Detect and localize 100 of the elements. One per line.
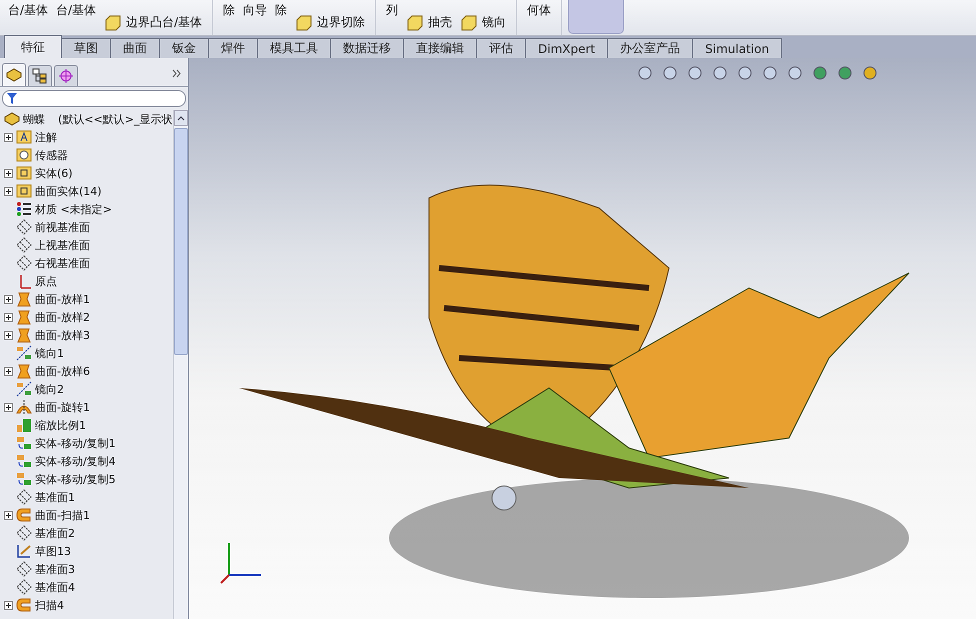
tree-item[interactable]: 实体-移动/复制1 — [35, 436, 116, 450]
tree-item[interactable]: 曲面实体(14) — [35, 184, 102, 198]
chevrons-right-icon[interactable] — [172, 68, 182, 78]
loft-icon — [16, 291, 32, 307]
expand-icon[interactable] — [4, 132, 13, 142]
tree-item[interactable]: 曲面-旋转1 — [35, 400, 90, 414]
expand-icon[interactable] — [4, 366, 13, 376]
tool-button[interactable]: 台/基体 — [8, 3, 48, 33]
loft-icon — [16, 327, 32, 343]
feature-tool-icon — [104, 14, 122, 30]
move-copy-icon — [16, 435, 32, 451]
scrollbar[interactable] — [173, 110, 188, 619]
expand-icon[interactable] — [4, 510, 13, 520]
expand-icon[interactable] — [4, 168, 13, 178]
gauge-icon — [16, 148, 32, 162]
material-icon — [16, 201, 32, 217]
annotation-icon — [16, 130, 32, 144]
tree-item[interactable]: 上视基准面 — [35, 238, 90, 252]
expand-icon[interactable] — [4, 600, 13, 610]
expand-icon[interactable] — [4, 402, 13, 412]
filter-field[interactable] — [2, 90, 186, 107]
ribbon-tab[interactable]: 钣金 — [159, 38, 209, 58]
tree-item[interactable]: 缩放比例1 — [35, 418, 86, 432]
tool-button[interactable]: 列 — [386, 3, 398, 33]
tool-button[interactable]: 除 — [223, 3, 236, 33]
ribbon-tab[interactable]: 数据迁移 — [330, 38, 404, 58]
tree-item[interactable]: 曲面-放样1 — [35, 292, 90, 306]
tree-item[interactable]: 曲面-放样6 — [35, 364, 90, 378]
filter-icon — [7, 93, 17, 104]
tool-button[interactable]: 何体 — [527, 3, 552, 33]
mirror-icon — [16, 381, 32, 397]
crosshair-icon — [58, 68, 74, 84]
plane-icon — [16, 219, 32, 235]
ribbon-tab[interactable]: 特征 — [4, 35, 62, 58]
tree-item[interactable]: 传感器 — [35, 148, 68, 162]
move-copy-icon — [16, 453, 32, 469]
tree-item[interactable]: 实体-移动/复制4 — [35, 454, 116, 468]
plane-icon — [16, 561, 32, 577]
ribbon-tab[interactable]: 直接编辑 — [403, 38, 477, 58]
tool-button[interactable]: 抽壳 — [406, 14, 452, 33]
tree-item[interactable]: 曲面-放样3 — [35, 328, 90, 342]
sweep-icon — [16, 597, 32, 613]
ribbon-tab[interactable]: DimXpert — [525, 38, 608, 58]
tool-button[interactable]: 镜向 — [460, 14, 506, 33]
tool-button[interactable]: 边界切除 — [295, 14, 366, 33]
ribbon-tab[interactable]: 评估 — [476, 38, 526, 58]
tree-item[interactable]: 注解 — [35, 130, 57, 144]
tree-item[interactable]: 镜向2 — [35, 382, 64, 396]
sketch-icon — [16, 543, 32, 559]
panel-tab[interactable] — [28, 65, 52, 86]
tree-root-label[interactable]: 蝴蝶 — [23, 112, 45, 126]
tree-item[interactable]: 原点 — [35, 274, 57, 288]
ribbon-tab[interactable]: 草图 — [61, 38, 111, 58]
sphere-icon[interactable] — [862, 65, 878, 81]
tool-button[interactable]: 台/基体 — [56, 3, 96, 33]
mirror-icon — [16, 345, 32, 361]
tree-item[interactable]: 前视基准面 — [35, 220, 90, 234]
plane-icon — [16, 255, 32, 271]
plane-icon — [16, 237, 32, 253]
ribbon-tab[interactable]: 办公室产品 — [607, 38, 694, 58]
part-icon — [6, 68, 22, 82]
tool-button[interactable]: 除 — [275, 3, 288, 33]
expand-icon[interactable] — [4, 312, 13, 322]
tree-item[interactable]: 基准面3 — [35, 562, 75, 576]
tree-item[interactable]: 基准面2 — [35, 526, 75, 540]
ribbon-tab[interactable]: 曲面 — [110, 38, 160, 58]
plane-icon — [16, 579, 32, 595]
tool-button[interactable]: 边界凸台/基体 — [104, 14, 202, 33]
expand-icon[interactable] — [4, 294, 13, 304]
tree-item[interactable]: 草图13 — [35, 544, 71, 558]
scale-icon — [16, 417, 32, 433]
ribbon-tab[interactable]: 焊件 — [208, 38, 258, 58]
tree-item[interactable]: 曲面-扫描1 — [35, 508, 90, 522]
revolve-icon — [16, 399, 32, 415]
part-icon — [4, 112, 20, 126]
expand-icon[interactable] — [4, 186, 13, 196]
loft-icon — [16, 309, 32, 325]
tree-item[interactable]: 实体-移动/复制5 — [35, 472, 116, 486]
tree-item[interactable]: 基准面4 — [35, 580, 75, 594]
ribbon-tab[interactable]: Simulation — [692, 38, 782, 58]
folder-icon — [16, 166, 32, 180]
tree-item[interactable]: 曲面-放样2 — [35, 310, 90, 324]
tree-item[interactable]: 基准面1 — [35, 490, 75, 504]
feature-tool-icon — [295, 14, 314, 30]
ribbon-tab[interactable]: 模具工具 — [257, 38, 331, 58]
tool-button[interactable]: 向导 — [243, 3, 268, 33]
tree-root-config: (默认<<默认>_显示状 — [58, 112, 172, 126]
tree-item[interactable]: 镜向1 — [35, 346, 64, 360]
sweep-icon — [16, 507, 32, 523]
tree-item[interactable]: 实体(6) — [35, 166, 73, 180]
tree-item[interactable]: 材质 <未指定> — [35, 202, 112, 216]
tree-item[interactable]: 右视基准面 — [35, 256, 90, 270]
expand-icon[interactable] — [4, 330, 13, 340]
plane-icon — [16, 489, 32, 505]
plane-icon — [16, 525, 32, 541]
move-copy-icon — [16, 471, 32, 487]
panel-tab[interactable] — [2, 63, 26, 86]
scroll-up-icon[interactable] — [177, 116, 185, 120]
loft-icon — [16, 363, 32, 379]
tree-item[interactable]: 扫描4 — [35, 598, 64, 612]
